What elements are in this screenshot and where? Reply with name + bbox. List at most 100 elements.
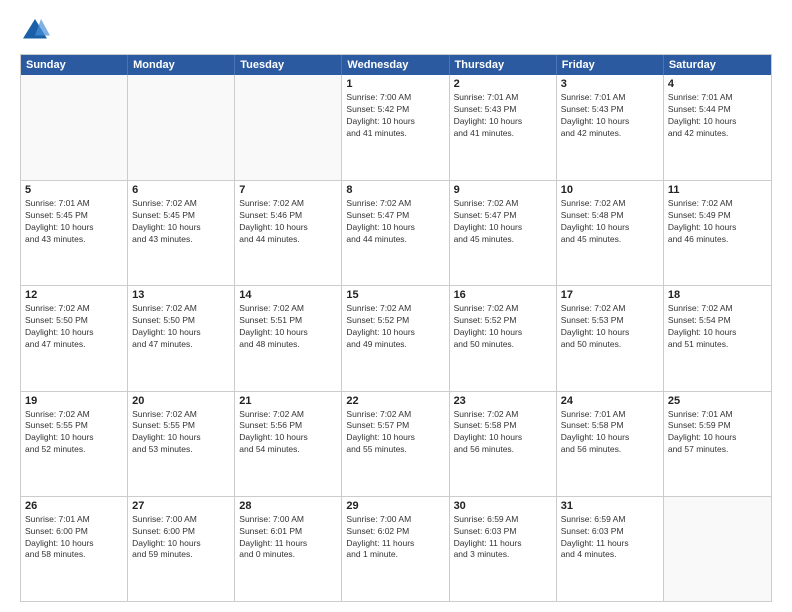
day-info: Sunrise: 7:01 AM Sunset: 5:59 PM Dayligh…	[668, 409, 767, 457]
calendar-cell: 27 Sunrise: 7:00 AM Sunset: 6:00 PM Dayli…	[128, 497, 235, 601]
calendar-cell: 12 Sunrise: 7:02 AM Sunset: 5:50 PM Dayli…	[21, 286, 128, 390]
calendar-cell: 4 Sunrise: 7:01 AM Sunset: 5:44 PM Daylig…	[664, 75, 771, 180]
day-number: 8	[346, 184, 444, 196]
day-number: 30	[454, 500, 552, 512]
calendar-cell: 31 Sunrise: 6:59 AM Sunset: 6:03 PM Dayli…	[557, 497, 664, 601]
day-info: Sunrise: 7:02 AM Sunset: 5:45 PM Dayligh…	[132, 198, 230, 246]
day-number: 17	[561, 289, 659, 301]
day-info: Sunrise: 6:59 AM Sunset: 6:03 PM Dayligh…	[561, 514, 659, 562]
calendar-cell: 26 Sunrise: 7:01 AM Sunset: 6:00 PM Dayli…	[21, 497, 128, 601]
day-number: 7	[239, 184, 337, 196]
day-info: Sunrise: 7:02 AM Sunset: 5:48 PM Dayligh…	[561, 198, 659, 246]
day-info: Sunrise: 7:02 AM Sunset: 5:57 PM Dayligh…	[346, 409, 444, 457]
day-info: Sunrise: 7:01 AM Sunset: 5:45 PM Dayligh…	[25, 198, 123, 246]
calendar-cell: 30 Sunrise: 6:59 AM Sunset: 6:03 PM Dayli…	[450, 497, 557, 601]
calendar-cell: 22Sunrise: 7:02 AM Sunset: 5:57 PM Dayli…	[342, 392, 449, 496]
calendar-cell: 14 Sunrise: 7:02 AM Sunset: 5:51 PM Dayli…	[235, 286, 342, 390]
day-info: Sunrise: 7:02 AM Sunset: 5:55 PM Dayligh…	[132, 409, 230, 457]
logo	[20, 16, 54, 46]
calendar-cell: 16 Sunrise: 7:02 AM Sunset: 5:52 PM Dayli…	[450, 286, 557, 390]
calendar-week-5: 26 Sunrise: 7:01 AM Sunset: 6:00 PM Dayli…	[21, 496, 771, 601]
day-number: 10	[561, 184, 659, 196]
day-number: 26	[25, 500, 123, 512]
calendar-cell: 25 Sunrise: 7:01 AM Sunset: 5:59 PM Dayli…	[664, 392, 771, 496]
calendar-cell: 5 Sunrise: 7:01 AM Sunset: 5:45 PM Daylig…	[21, 181, 128, 285]
day-info: Sunrise: 7:02 AM Sunset: 5:50 PM Dayligh…	[25, 303, 123, 351]
calendar-cell: 24Sunrise: 7:01 AM Sunset: 5:58 PM Dayli…	[557, 392, 664, 496]
day-info: Sunrise: 7:00 AM Sunset: 6:01 PM Dayligh…	[239, 514, 337, 562]
day-info: Sunrise: 7:02 AM Sunset: 5:47 PM Dayligh…	[454, 198, 552, 246]
header-day-saturday: Saturday	[664, 55, 771, 75]
day-info: Sunrise: 7:02 AM Sunset: 5:46 PM Dayligh…	[239, 198, 337, 246]
day-number: 21	[239, 395, 337, 407]
day-info: Sunrise: 7:02 AM Sunset: 5:53 PM Dayligh…	[561, 303, 659, 351]
logo-icon	[20, 16, 50, 46]
header-day-friday: Friday	[557, 55, 664, 75]
day-number: 19	[25, 395, 123, 407]
calendar-cell: 11 Sunrise: 7:02 AM Sunset: 5:49 PM Dayli…	[664, 181, 771, 285]
day-info: Sunrise: 7:01 AM Sunset: 5:44 PM Dayligh…	[668, 92, 767, 140]
day-number: 11	[668, 184, 767, 196]
day-info: Sunrise: 7:02 AM Sunset: 5:58 PM Dayligh…	[454, 409, 552, 457]
day-info: Sunrise: 7:02 AM Sunset: 5:50 PM Dayligh…	[132, 303, 230, 351]
page: SundayMondayTuesdayWednesdayThursdayFrid…	[0, 0, 792, 612]
calendar-week-3: 12 Sunrise: 7:02 AM Sunset: 5:50 PM Dayli…	[21, 285, 771, 390]
calendar-cell: 20 Sunrise: 7:02 AM Sunset: 5:55 PM Dayli…	[128, 392, 235, 496]
day-info: Sunrise: 7:02 AM Sunset: 5:49 PM Dayligh…	[668, 198, 767, 246]
calendar-cell: 18 Sunrise: 7:02 AM Sunset: 5:54 PM Dayli…	[664, 286, 771, 390]
day-info: Sunrise: 7:02 AM Sunset: 5:52 PM Dayligh…	[454, 303, 552, 351]
day-number: 4	[668, 78, 767, 90]
day-info: Sunrise: 7:02 AM Sunset: 5:54 PM Dayligh…	[668, 303, 767, 351]
day-info: Sunrise: 7:01 AM Sunset: 5:43 PM Dayligh…	[454, 92, 552, 140]
day-number: 15	[346, 289, 444, 301]
calendar-body: 1 Sunrise: 7:00 AM Sunset: 5:42 PM Daylig…	[21, 75, 771, 601]
calendar-cell: 29Sunrise: 7:00 AM Sunset: 6:02 PM Dayli…	[342, 497, 449, 601]
day-number: 6	[132, 184, 230, 196]
day-number: 18	[668, 289, 767, 301]
calendar-cell: 10 Sunrise: 7:02 AM Sunset: 5:48 PM Dayli…	[557, 181, 664, 285]
day-number: 27	[132, 500, 230, 512]
day-info: Sunrise: 7:01 AM Sunset: 5:43 PM Dayligh…	[561, 92, 659, 140]
header-day-tuesday: Tuesday	[235, 55, 342, 75]
day-number: 20	[132, 395, 230, 407]
calendar-cell: 2 Sunrise: 7:01 AM Sunset: 5:43 PM Daylig…	[450, 75, 557, 180]
calendar-cell: 8Sunrise: 7:02 AM Sunset: 5:47 PM Daylig…	[342, 181, 449, 285]
calendar-week-4: 19 Sunrise: 7:02 AM Sunset: 5:55 PM Dayli…	[21, 391, 771, 496]
calendar-cell: 6 Sunrise: 7:02 AM Sunset: 5:45 PM Daylig…	[128, 181, 235, 285]
day-number: 13	[132, 289, 230, 301]
day-number: 16	[454, 289, 552, 301]
day-info: Sunrise: 7:00 AM Sunset: 5:42 PM Dayligh…	[346, 92, 444, 140]
day-number: 31	[561, 500, 659, 512]
calendar-cell: 21 Sunrise: 7:02 AM Sunset: 5:56 PM Dayli…	[235, 392, 342, 496]
day-info: Sunrise: 7:01 AM Sunset: 5:58 PM Dayligh…	[561, 409, 659, 457]
day-number: 25	[668, 395, 767, 407]
day-number: 28	[239, 500, 337, 512]
header	[20, 16, 772, 46]
calendar-cell	[21, 75, 128, 180]
calendar-cell: 1 Sunrise: 7:00 AM Sunset: 5:42 PM Daylig…	[342, 75, 449, 180]
day-info: Sunrise: 7:00 AM Sunset: 6:00 PM Dayligh…	[132, 514, 230, 562]
calendar-cell	[128, 75, 235, 180]
day-number: 1	[346, 78, 444, 90]
day-number: 2	[454, 78, 552, 90]
day-info: Sunrise: 7:00 AM Sunset: 6:02 PM Dayligh…	[346, 514, 444, 562]
day-number: 12	[25, 289, 123, 301]
header-day-thursday: Thursday	[450, 55, 557, 75]
calendar-cell	[235, 75, 342, 180]
calendar-cell: 9 Sunrise: 7:02 AM Sunset: 5:47 PM Daylig…	[450, 181, 557, 285]
calendar-header: SundayMondayTuesdayWednesdayThursdayFrid…	[21, 55, 771, 75]
calendar-cell: 17 Sunrise: 7:02 AM Sunset: 5:53 PM Dayli…	[557, 286, 664, 390]
calendar-cell: 19 Sunrise: 7:02 AM Sunset: 5:55 PM Dayli…	[21, 392, 128, 496]
day-info: Sunrise: 7:01 AM Sunset: 6:00 PM Dayligh…	[25, 514, 123, 562]
day-info: Sunrise: 7:02 AM Sunset: 5:51 PM Dayligh…	[239, 303, 337, 351]
header-day-sunday: Sunday	[21, 55, 128, 75]
day-number: 3	[561, 78, 659, 90]
day-info: Sunrise: 7:02 AM Sunset: 5:55 PM Dayligh…	[25, 409, 123, 457]
header-day-wednesday: Wednesday	[342, 55, 449, 75]
day-number: 9	[454, 184, 552, 196]
day-info: Sunrise: 6:59 AM Sunset: 6:03 PM Dayligh…	[454, 514, 552, 562]
day-number: 5	[25, 184, 123, 196]
calendar: SundayMondayTuesdayWednesdayThursdayFrid…	[20, 54, 772, 602]
day-number: 14	[239, 289, 337, 301]
day-info: Sunrise: 7:02 AM Sunset: 5:56 PM Dayligh…	[239, 409, 337, 457]
